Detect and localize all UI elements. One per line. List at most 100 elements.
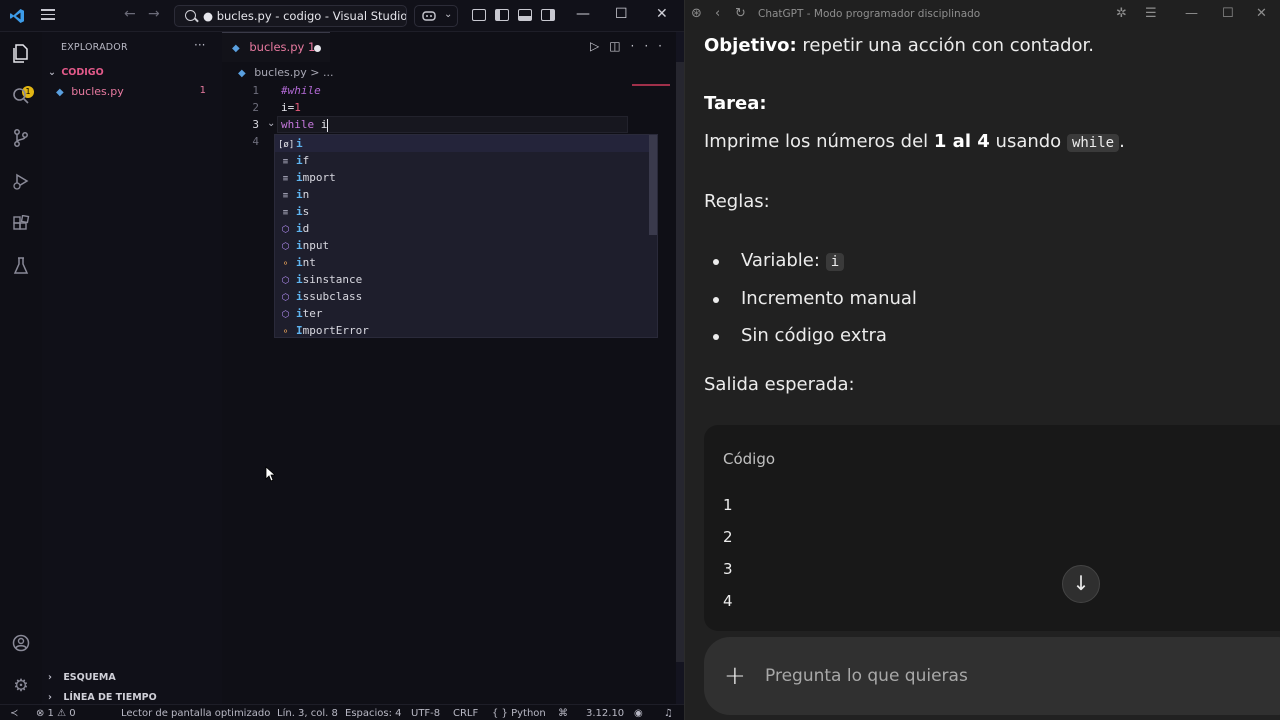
status-cursor-position[interactable]: Lín. 3, col. 8 <box>277 708 338 719</box>
toggle-panel-icon[interactable] <box>518 9 532 21</box>
composer-placeholder: Pregunta lo que quieras <box>765 666 968 686</box>
status-bar: ≺ ⊗ 1 ⚠ 0 Lector de pantalla optimizado … <box>0 704 684 720</box>
code-keyword: while <box>281 118 315 131</box>
suggestion-item[interactable]: ⬡ iter <box>275 305 657 322</box>
minimize-icon[interactable]: — <box>576 6 590 22</box>
status-problems[interactable]: ⊗ 1 ⚠ 0 <box>36 708 76 719</box>
forward-arrow-icon[interactable]: → <box>148 6 160 22</box>
suggestion-item[interactable]: ⬡ isinstance <box>275 271 657 288</box>
status-screen-reader[interactable]: Lector de pantalla optimizado <box>121 708 270 719</box>
vscode-logo-icon <box>10 9 24 23</box>
account-icon[interactable] <box>11 633 31 653</box>
python-env-icon[interactable]: ⌘ <box>558 708 568 719</box>
code-block-label: Código <box>723 450 776 468</box>
code-line-2: i=1 <box>281 99 328 116</box>
outline-section[interactable]: › ESQUEMA <box>48 672 116 683</box>
file-item-bucles[interactable]: ◆ bucles.py 1 <box>56 85 220 98</box>
suggest-scrollbar[interactable] <box>649 135 657 235</box>
testing-icon[interactable] <box>11 256 31 276</box>
back-arrow-icon[interactable]: ← <box>124 6 136 22</box>
extensions-icon[interactable] <box>11 214 31 234</box>
more-actions-icon[interactable]: ··· <box>194 38 205 52</box>
arrow-down-icon: ↓ <box>1072 571 1090 595</box>
maximize-icon[interactable]: ☐ <box>1222 6 1234 21</box>
settings-gear-icon[interactable]: ⚙ <box>11 676 31 696</box>
suggestion-match: i <box>296 171 303 184</box>
autocomplete-widget[interactable]: [ø] i ≡ if ≡ import ≡ in ≡ is ⬡ id ⬡ input ⚬ int ⬡ isinst… <box>274 134 658 338</box>
status-eol[interactable]: CRLF <box>453 708 478 719</box>
maximize-icon[interactable]: ☐ <box>615 6 628 22</box>
plus-icon[interactable]: + <box>724 661 746 691</box>
scroll-down-button[interactable]: ↓ <box>1062 565 1100 603</box>
task-end: . <box>1119 131 1125 152</box>
suggestion-item[interactable]: ⬡ issubclass <box>275 288 657 305</box>
status-python-version[interactable]: 3.12.10 <box>586 708 624 719</box>
unsaved-dot-icon[interactable] <box>314 45 321 52</box>
suggestion-item[interactable]: ⬡ id <box>275 220 657 237</box>
fold-chevron-icon[interactable]: ⌄ <box>267 118 275 129</box>
breadcrumb[interactable]: ◆ bucles.py > ... <box>238 66 333 79</box>
suggestion-item[interactable]: ≡ is <box>275 203 657 220</box>
timeline-section[interactable]: › LÍNEA DE TIEMPO <box>48 692 157 703</box>
code-assignment: i= <box>281 101 295 114</box>
code-line-3: while i <box>281 116 329 133</box>
rules-label: Reglas: <box>704 191 770 212</box>
tab-bucles[interactable]: ◆ bucles.py 1 <box>222 32 330 62</box>
file-name: bucles.py <box>71 85 124 98</box>
copilot-button[interactable]: ⌄ <box>414 5 458 27</box>
suggestion-rest: d <box>302 222 310 235</box>
suggestion-match: i <box>296 307 303 320</box>
status-encoding[interactable]: UTF-8 <box>411 708 440 719</box>
more-actions-icon[interactable]: ··· <box>631 39 672 53</box>
back-arrow-icon[interactable]: ‹ <box>715 6 720 21</box>
customize-layout-icon[interactable] <box>472 9 486 21</box>
line-number: 2 <box>252 101 259 114</box>
close-icon[interactable]: ✕ <box>1256 6 1267 21</box>
status-indentation[interactable]: Espacios: 4 <box>345 708 402 719</box>
suggestion-item[interactable]: ≡ in <box>275 186 657 203</box>
suggestion-match: i <box>296 205 303 218</box>
toggle-sidebar-icon[interactable] <box>495 9 509 21</box>
text-cursor <box>327 118 329 132</box>
rule1-code: i <box>825 253 845 271</box>
status-language[interactable]: { } Python <box>492 708 546 719</box>
run-icon[interactable]: ▷ <box>590 39 609 53</box>
rule-item-2: Incremento manual <box>741 288 917 309</box>
run-debug-icon[interactable] <box>11 171 31 191</box>
editor-scrollbar[interactable] <box>676 32 684 704</box>
menu-icon[interactable] <box>41 9 55 21</box>
search-icon[interactable] <box>11 86 31 106</box>
composer-input[interactable]: + Pregunta lo que quieras <box>704 637 1280 715</box>
suggestion-item[interactable]: ⚬ ImportError <box>275 322 657 339</box>
task-heading: Tarea: <box>704 93 767 114</box>
command-center-search[interactable]: ● bucles.py - codigo - Visual Studio Cod… <box>174 5 407 27</box>
suggestion-item[interactable]: ≡ import <box>275 169 657 186</box>
extensions-icon[interactable]: ✲ <box>1116 6 1127 21</box>
suggestion-item[interactable]: ≡ if <box>275 152 657 169</box>
code-line-1: #while <box>281 82 328 99</box>
suggestion-item[interactable]: [ø] i <box>275 135 657 152</box>
notifications-icon[interactable]: ♫ <box>664 708 673 719</box>
split-editor-icon[interactable]: ◫ <box>609 39 630 53</box>
tab-label: bucles.py 1 <box>249 40 316 54</box>
source-control-icon[interactable] <box>11 128 31 148</box>
copilot-status-icon[interactable]: ◉ <box>634 708 643 719</box>
python-file-icon: ◆ <box>56 87 64 98</box>
minimize-icon[interactable]: — <box>1185 6 1198 21</box>
bullet-icon <box>713 334 719 340</box>
folder-codigo[interactable]: ⌄ CODIGO <box>48 67 104 78</box>
toggle-secondary-sidebar-icon[interactable] <box>541 9 555 21</box>
expected-output-label: Salida esperada: <box>704 374 855 395</box>
output-line: 3 <box>723 560 733 578</box>
suggestion-item[interactable]: ⬡ input <box>275 237 657 254</box>
remote-icon[interactable]: ≺ <box>10 708 18 719</box>
suggestion-match: i <box>296 154 303 167</box>
explorer-icon[interactable] <box>11 44 31 64</box>
suggestion-rest: ter <box>302 307 323 320</box>
reload-icon[interactable]: ↻ <box>735 6 746 21</box>
rule1-text: Variable: <box>741 250 820 271</box>
menu-icon[interactable]: ☰ <box>1145 6 1157 21</box>
close-icon[interactable]: ✕ <box>656 6 668 22</box>
explorer-sidebar: EXPLORADOR ··· ⌄ CODIGO ◆ bucles.py 1 › … <box>42 32 222 704</box>
suggestion-item[interactable]: ⚬ int <box>275 254 657 271</box>
